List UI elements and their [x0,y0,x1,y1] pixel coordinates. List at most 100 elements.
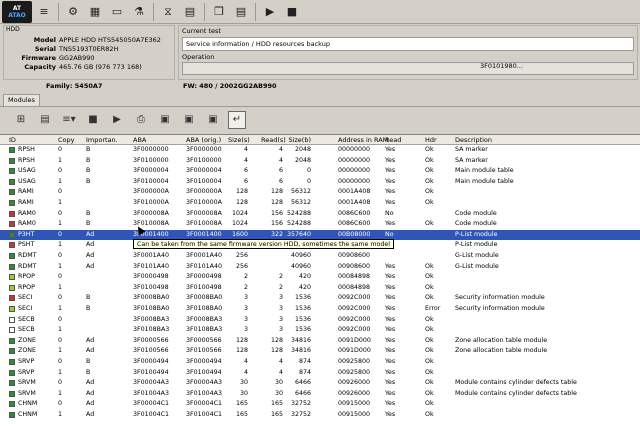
table-row[interactable]: RPSH 1 B 3F0100000 3F0100000 4 4 2048 00000000 Ye… [0,156,640,166]
table-row[interactable]: RAM0 1 B 3F010008A 3F010008A 1024 156 524288 008… [0,219,640,229]
cell-hdr: Ok [425,411,434,418]
cell-size-s: 4 [243,156,248,164]
table-row[interactable]: RPSH 0 B 3F0000000 3F0000000 4 4 2048 00000000 Ye… [0,145,640,155]
add-module-button[interactable]: ⊞ [12,111,30,129]
cell-address-in-ram: 00908600 [338,252,371,259]
cell-aba: 3F00004A3 [133,379,169,387]
cell-address-in-ram: 0092C000 [338,315,371,323]
table-row[interactable]: RPOP 1 3F0100498 3F0100498 2 2 420 00084898 Yes O… [0,283,640,293]
windows-button[interactable]: ❐ [209,2,229,22]
cell-aba: 3F0108BA0 [133,305,170,312]
enter-button[interactable]: ↵ [228,110,246,129]
cell-aba-orig: 3F0101A40 [186,262,222,270]
column-header-id[interactable]: ID [9,136,16,144]
status-indicator [9,147,15,153]
cell-size-b: 357640 [286,230,311,238]
table-row[interactable]: SECB 1 3F0108BA3 3F0108BA3 3 3 1536 0092C000 Yes… [0,325,640,335]
cell-read: Yes [385,199,396,206]
cell-size-s: 1024 [231,220,248,228]
table-row[interactable]: USAG 1 B 3F0100004 3F0100004 6 6 0 00000000 Yes Ok… [0,177,640,187]
status-indicator [9,284,15,291]
column-header-copy[interactable]: Copy [58,136,75,144]
folder-button[interactable]: ▭ [107,2,127,22]
menu-button[interactable]: ≡▾ [60,111,78,129]
column-header-size-s[interactable]: Size(s) [228,136,250,144]
table-row[interactable]: USAG 0 B 3F0000004 3F0000004 6 6 0 00000000 Yes Ok… [0,166,640,176]
play-button[interactable]: ▶ [260,2,280,22]
cell-aba: 3F0100494 [133,368,169,376]
column-header-read-s[interactable]: Read(s) [261,136,286,144]
table-row[interactable]: RDMT 1 Ad 3F0101A40 3F0101A40 256 40960 0090860… [0,262,640,272]
status-indicator [9,178,15,185]
column-header-description[interactable]: Description [455,136,492,144]
cell-hdr: Ok [425,156,434,164]
cell-description: SA marker [455,146,488,153]
print-button[interactable]: ⎙ [132,111,150,129]
cell-aba-orig: 3F000000A [186,188,222,196]
table-row[interactable]: SRVP 1 B 3F0100494 3F0100494 4 4 874 00925800 Yes… [0,368,640,378]
cell-id: USAG [18,177,36,185]
cell-description: Code module [455,220,497,228]
table-row[interactable]: SRVM 1 Ad 3F01004A3 3F01004A3 30 30 6466 0092600… [0,389,640,399]
cell-copy: 1 [58,241,63,249]
column-header-importan[interactable]: Importan. [86,136,118,144]
table-row[interactable]: SECB 0 3F0008BA3 3F0008BA3 3 3 1536 0092C000 Yes… [0,315,640,325]
settings-button[interactable]: ⚙ [63,2,83,22]
stop-button[interactable]: ■ [84,111,102,129]
column-header-size-b[interactable]: Size(b) [285,136,311,144]
tooltip: Can be taken from the same firmware vers… [133,239,395,249]
table-row[interactable]: CHNM 1 Ad 3F01004C1 3F01004C1 165 165 32752 0091… [0,410,640,420]
column-header-aba-orig[interactable]: ABA (orig.) [186,136,221,144]
cell-copy: 0 [58,379,63,387]
cell-hdr: Ok [425,368,434,376]
save-all-button[interactable]: ▣ [180,111,198,129]
cell-importan: B [86,146,91,153]
flask-icon: ⚗ [134,5,144,18]
column-header-address-in-ram[interactable]: Address in RAM [338,136,388,144]
cell-importan: B [86,368,91,376]
table-row[interactable]: SRVM 0 Ad 3F00004A3 3F00004A3 30 30 6466 0092600… [0,378,640,388]
save-button[interactable]: ▣ [156,111,174,129]
tab-modules[interactable]: Modules [3,94,41,106]
cell-hdr: Ok [425,188,434,196]
cell-id: SRVP [18,368,35,376]
list-button[interactable]: ▤ [231,2,251,22]
cell-importan: Ad [86,400,95,408]
flask-button[interactable]: ⚗ [129,2,149,22]
table-row[interactable]: ZONE 0 Ad 3F0000566 3F0000566 128 128 34816 0091… [0,336,640,346]
cell-read: Yes [385,411,396,418]
table-row[interactable]: RAMI 0 3F000000A 3F000000A 128 128 56312 0001A4… [0,187,640,197]
table-row[interactable]: RAM0 0 B 3F000008A 3F000008A 1024 156 524288 008… [0,209,640,219]
table-button[interactable]: ▦ [85,2,105,22]
table-row[interactable]: RPOP 0 3F0000498 3F0000498 2 2 420 00084898 Yes O… [0,272,640,282]
table-row[interactable]: ZONE 1 Ad 3F0100566 3F0100566 128 128 34816 0091… [0,346,640,356]
play-button[interactable]: ▶ [108,111,126,129]
info-button[interactable]: ≡ [34,2,54,22]
disk-button[interactable]: ▣ [204,111,222,129]
table-row[interactable]: CHNM 0 Ad 3F00004C1 3F00004C1 165 165 32752 0091… [0,399,640,409]
table-row[interactable]: RDMT 0 Ad 3F0001A40 3F0001A40 256 40960 0090860… [0,251,640,261]
play-icon: ▶ [265,5,275,18]
cell-address-in-ram: 00915000 [338,400,371,408]
cell-description: Main module table [455,177,514,185]
serial-value: TNS5193T0ER82H [59,45,119,53]
table-row[interactable]: SRVP 0 B 3F0000494 3F0000494 4 4 874 00925800 Yes… [0,357,640,367]
list-button[interactable]: ▤ [36,111,54,129]
cell-id: SECB [18,326,35,334]
table-row[interactable]: RAMI 1 3F010000A 3F010000A 128 128 56312 0001A4… [0,198,640,208]
column-header-read[interactable]: Read [385,136,401,144]
cell-id: RAM0 [18,209,36,217]
drive-button[interactable]: ▤ [180,2,200,22]
cell-importan: B [86,177,91,185]
dna-button[interactable]: ⧖ [158,2,178,22]
stop-button[interactable]: ■ [282,2,302,22]
table-row[interactable]: SECI 1 B 3F0108BA0 3F0108BA0 3 3 1536 0092C000 Ye… [0,304,640,314]
stop-icon: ■ [88,114,98,125]
modules-table[interactable]: ID Copy Importan. ABA ABA (orig.) Size(s) Read… [0,134,640,426]
modules-toolbar: ⊞ ▤ ≡▾ ■ ▶ ⎙ ▣ ▣ ▣ ↵ [0,106,640,132]
column-header-hdr[interactable]: Hdr [425,136,437,144]
column-header-aba[interactable]: ABA [133,136,146,144]
cell-id: P3HT [18,230,35,238]
table-row[interactable]: SECI 0 B 3F0008BA0 3F0008BA0 3 3 1536 0092C000 Ye… [0,293,640,303]
cell-size-s: 30 [239,379,248,387]
